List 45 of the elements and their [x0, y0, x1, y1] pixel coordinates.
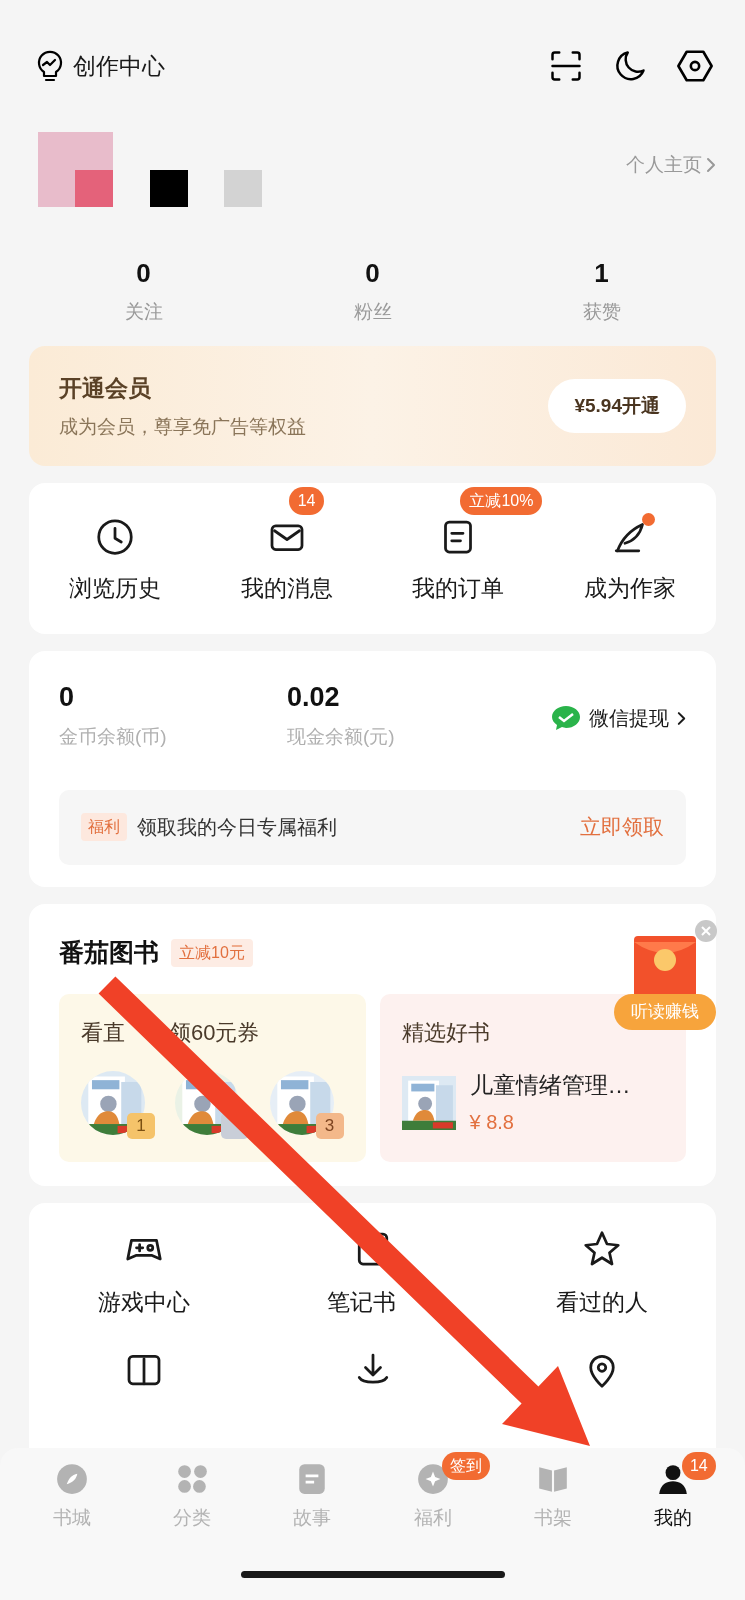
compass-icon — [55, 1462, 90, 1496]
badge: 立减10% — [460, 487, 543, 515]
balance-value: 0.02 — [287, 681, 341, 713]
chevron-right-icon — [677, 710, 686, 726]
badge: 签到 — [441, 1452, 490, 1480]
stat-value: 0 — [365, 258, 380, 288]
wechat-withdraw-button[interactable]: 微信提现 — [551, 703, 686, 733]
lightbulb-icon — [35, 50, 65, 82]
badge: 14 — [288, 487, 325, 515]
chevron-right-icon — [706, 157, 716, 173]
clock-icon — [94, 517, 135, 557]
vip-subtitle: 成为会员，尊享免广告等权益 — [59, 415, 306, 439]
balance-label: 金币余额(币) — [59, 725, 168, 749]
card-title: 看直 — [81, 1018, 125, 1047]
stat-label: 粉丝 — [353, 300, 392, 324]
stat-value: 0 — [136, 258, 151, 288]
stat-value: 1 — [594, 258, 609, 288]
scan-icon[interactable] — [548, 48, 584, 84]
balance-label: 现金余额(元) — [287, 725, 396, 749]
chat-bubble-icon — [551, 705, 581, 731]
discount-tag: 立减10元 — [171, 938, 253, 967]
creator-center-button[interactable]: 创作中心 — [73, 48, 165, 84]
vip-open-button[interactable]: ¥5.94开通 — [548, 379, 686, 433]
tool-item[interactable]: 看过的人 — [555, 1229, 648, 1320]
stat-label: 获赞 — [582, 300, 621, 324]
shortcut-item[interactable]: 我的订单 — [412, 517, 505, 606]
rank-badge: 3 — [315, 1112, 344, 1139]
rank-badge: 1 — [127, 1112, 155, 1139]
card-title: 精选好书 — [401, 1018, 491, 1047]
grid-icon — [175, 1462, 210, 1496]
shortcut-item[interactable]: 我的消息 — [240, 517, 333, 606]
shortcut-item[interactable]: 浏览历史 — [68, 517, 161, 606]
book-price: ¥ 8.8 — [469, 1109, 515, 1135]
benefit-tag: 福利 — [81, 813, 127, 841]
shortcut-item[interactable]: 成为作家 — [584, 517, 677, 606]
tool-item[interactable]: 游戏中心 — [97, 1229, 190, 1320]
star-coin-icon — [415, 1462, 450, 1496]
book-title: 儿童情绪管理… — [469, 1071, 631, 1101]
vip-title: 开通会员 — [59, 373, 152, 403]
balance-value: 0 — [59, 681, 76, 713]
badge: 14 — [681, 1452, 716, 1480]
settings-icon[interactable] — [676, 47, 714, 85]
stat-label: 关注 — [124, 300, 163, 324]
section-title: 番茄图书 — [59, 937, 159, 968]
benefit-text: 领取我的今日专属福利 — [137, 815, 337, 840]
